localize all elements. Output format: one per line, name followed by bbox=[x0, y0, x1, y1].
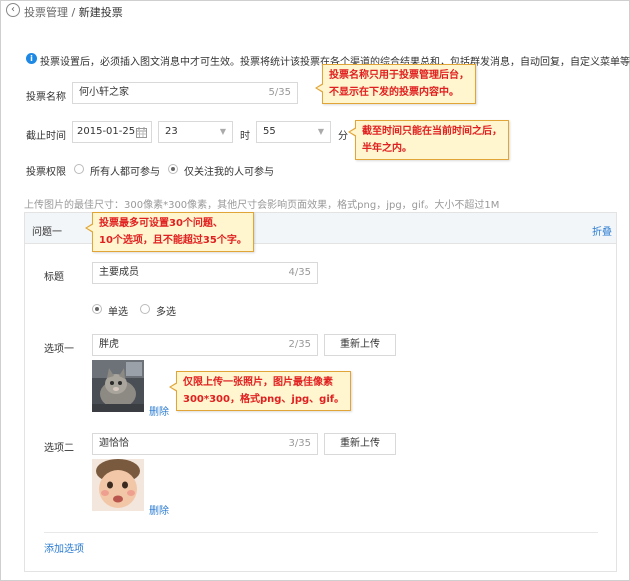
multi-choice-label[interactable]: 多选 bbox=[156, 303, 176, 318]
question-title-value: 主要成员 bbox=[99, 267, 139, 278]
info-icon: i bbox=[26, 53, 37, 64]
tip-image-limit: 仅限上传一张照片，图片最佳像素 300*300，格式png、jpg、gif。 bbox=[169, 371, 352, 411]
permission-label: 投票权限 bbox=[26, 167, 66, 178]
title-label: 标题 bbox=[44, 272, 64, 283]
tip-vote-name: 投票名称只用于投票管理后台， 不显示在下发的投票内容中。 bbox=[315, 64, 476, 104]
chevron-down-icon: ▼ bbox=[317, 127, 324, 136]
divider bbox=[44, 532, 598, 533]
vote-name-input[interactable]: 何小轩之家 5/35 bbox=[72, 82, 298, 104]
permission-radio-all[interactable] bbox=[74, 164, 84, 174]
hour-unit: 时 bbox=[240, 131, 250, 142]
option-two-value: 迦恰恰 bbox=[99, 438, 129, 449]
option-two-reupload-button[interactable]: 重新上传 bbox=[324, 433, 396, 455]
deadline-label: 截止时间 bbox=[26, 131, 66, 142]
tip-deadline-line1: 截至时间只能在当前时间之后， bbox=[362, 126, 502, 137]
tip-deadline: 截至时间只能在当前时间之后， 半年之内。 bbox=[348, 120, 509, 160]
permission-option-all[interactable]: 所有人都可参与 bbox=[90, 163, 160, 178]
collapse-link[interactable]: 折叠 bbox=[592, 223, 612, 238]
breadcrumb-current: 新建投票 bbox=[78, 6, 123, 19]
top-bar: ‹ 投票管理 / 新建投票 bbox=[0, 0, 630, 22]
tip-tail-inner bbox=[317, 84, 324, 92]
calendar-icon[interactable] bbox=[136, 127, 147, 138]
option-two-delete-link[interactable]: 删除 bbox=[149, 502, 169, 517]
minute-select[interactable]: 55 ▼ bbox=[256, 121, 331, 143]
date-value: 2015-01-25 bbox=[77, 126, 136, 137]
option-one-count: 2/35 bbox=[288, 339, 311, 350]
breadcrumb-separator: / bbox=[68, 6, 79, 19]
option-one-label: 选项一 bbox=[44, 344, 74, 355]
question-title-count: 4/35 bbox=[288, 267, 311, 278]
tip-question-limit: 投票最多可设置30个问题、 10个选项，且不能超过35个字。 bbox=[85, 212, 254, 252]
tip-question-line2: 10个选项，且不能超过35个字。 bbox=[99, 235, 247, 246]
option-one-input[interactable]: 胖虎 2/35 bbox=[92, 334, 318, 356]
permission-radio-followers[interactable] bbox=[168, 164, 178, 174]
option-two-image bbox=[92, 459, 144, 511]
hour-value: 23 bbox=[165, 126, 178, 137]
tip-image-line2: 300*300，格式png、jpg、gif。 bbox=[183, 394, 345, 405]
option-one-value: 胖虎 bbox=[99, 339, 119, 350]
question-title-input[interactable]: 主要成员 4/35 bbox=[92, 262, 318, 284]
option-one-reupload-button[interactable]: 重新上传 bbox=[324, 334, 396, 356]
single-choice-radio[interactable] bbox=[92, 304, 102, 314]
breadcrumb-parent[interactable]: 投票管理 bbox=[24, 6, 68, 19]
tip-image-line1: 仅限上传一张照片，图片最佳像素 bbox=[183, 377, 333, 388]
question-title: 问题一 bbox=[32, 227, 62, 238]
cat-photo bbox=[92, 360, 144, 412]
hour-select[interactable]: 23 ▼ bbox=[158, 121, 233, 143]
tip-tail-inner bbox=[87, 224, 94, 232]
minute-unit: 分 bbox=[338, 131, 348, 142]
option-two-count: 3/35 bbox=[288, 438, 311, 449]
option-two-input[interactable]: 迦恰恰 3/35 bbox=[92, 433, 318, 455]
vote-name-count: 5/35 bbox=[268, 87, 291, 98]
breadcrumb: 投票管理 / 新建投票 bbox=[24, 4, 123, 20]
tip-tail-inner bbox=[350, 128, 357, 136]
tip-deadline-line2: 半年之内。 bbox=[362, 143, 412, 154]
tip-vote-name-line1: 投票名称只用于投票管理后台， bbox=[329, 70, 469, 81]
chevron-down-icon: ▼ bbox=[219, 127, 226, 136]
back-arrow-icon[interactable]: ‹ bbox=[6, 3, 20, 17]
add-option-link[interactable]: 添加选项 bbox=[44, 540, 84, 555]
permission-option-followers[interactable]: 仅关注我的人可参与 bbox=[184, 163, 274, 178]
upload-hint: 上传图片的最佳尺寸：300像素*300像素，其他尺寸会影响页面效果，格式png，… bbox=[24, 200, 500, 211]
option-one-delete-link[interactable]: 删除 bbox=[149, 403, 169, 418]
date-input[interactable]: 2015-01-25 bbox=[72, 121, 152, 143]
multi-choice-radio[interactable] bbox=[140, 304, 150, 314]
option-two-label: 选项二 bbox=[44, 443, 74, 454]
vote-name-label: 投票名称 bbox=[26, 92, 66, 103]
minute-value: 55 bbox=[263, 126, 276, 137]
single-choice-label[interactable]: 单选 bbox=[108, 303, 128, 318]
option-one-image bbox=[92, 360, 144, 412]
vote-name-value: 何小轩之家 bbox=[79, 87, 129, 98]
baby-photo bbox=[92, 459, 144, 511]
tip-question-line1: 投票最多可设置30个问题、 bbox=[99, 218, 223, 229]
tip-vote-name-line2: 不显示在下发的投票内容中。 bbox=[329, 87, 459, 98]
tip-tail-inner bbox=[171, 383, 178, 391]
